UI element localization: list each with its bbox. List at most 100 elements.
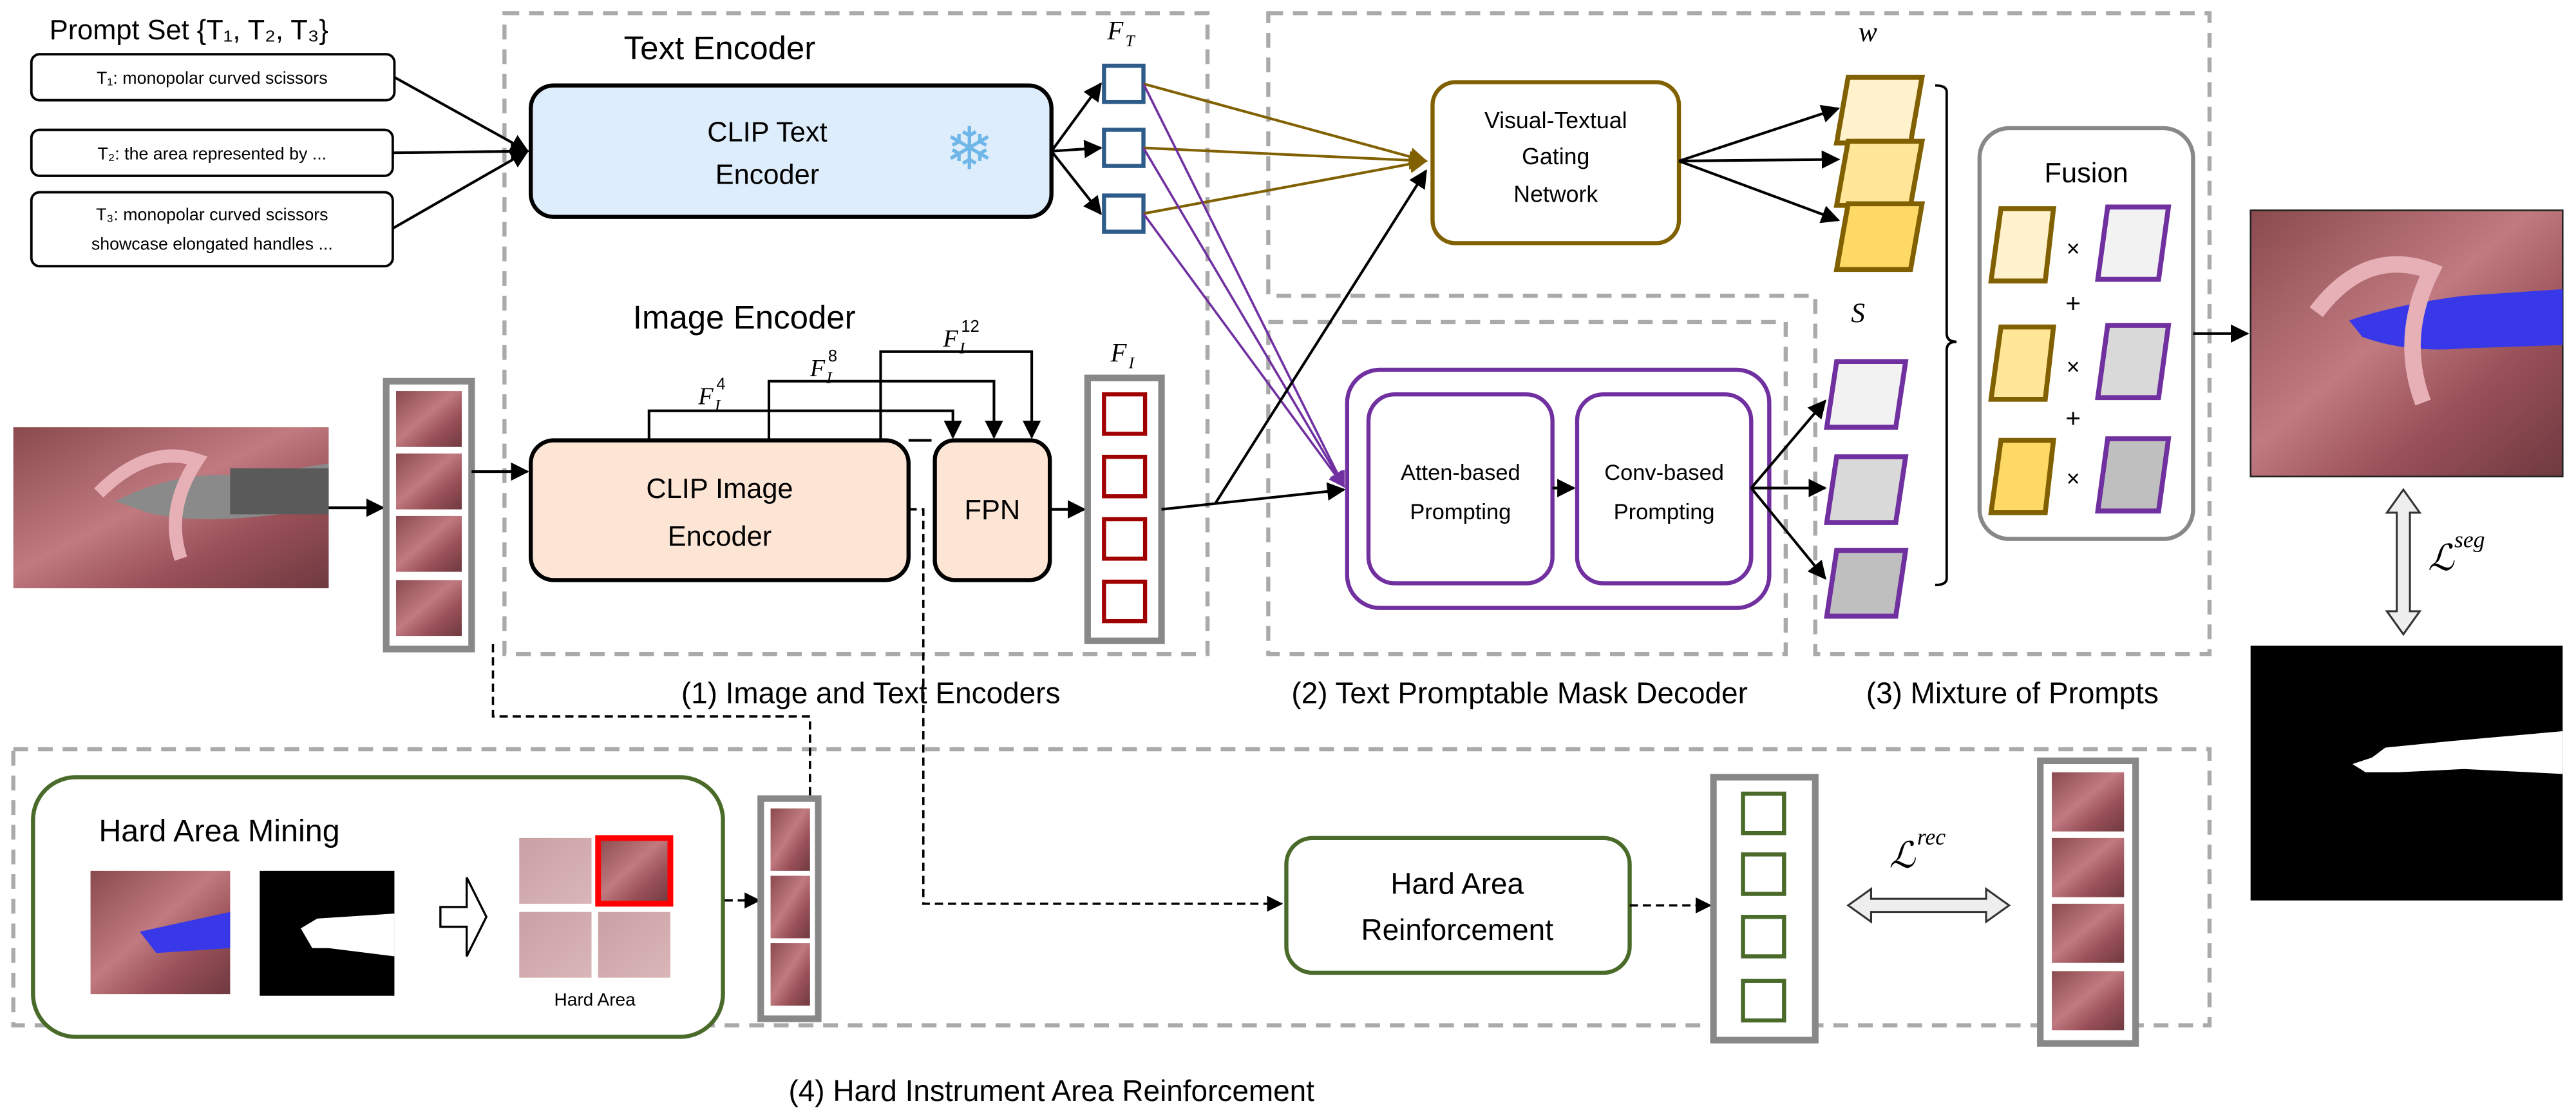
- label-base: F: [1110, 338, 1128, 367]
- caption-section-2: (2) Text Promptable Mask Decoder: [1291, 676, 1747, 710]
- block-label: FPN: [965, 495, 1021, 526]
- hard-area-label: Hard Area: [554, 990, 636, 1009]
- prompt-box-3: T₃: monopolar curved scissors showcase e…: [30, 191, 394, 268]
- label-base: F: [810, 355, 826, 382]
- multiply-sign: ×: [2067, 466, 2080, 492]
- label-sub: I: [1128, 353, 1135, 372]
- text-encoder-title: Text Encoder: [624, 30, 816, 66]
- prompt-text: T₁: monopolar curved scissors: [97, 68, 328, 88]
- label-base: F: [697, 383, 714, 410]
- plus-sign: +: [2065, 403, 2081, 433]
- block-label: CLIP Text: [707, 117, 827, 148]
- instrument-mask: [260, 870, 395, 996]
- gating-weights: [1833, 75, 1926, 273]
- seg-loss-label: ℒ seg: [2428, 526, 2485, 579]
- prompt-box-1: T₁: monopolar curved scissors: [30, 53, 396, 102]
- reconstructed-token: [1741, 915, 1786, 959]
- caption-section-4: (4) Hard Instrument Area Reinforcement: [788, 1074, 1314, 1107]
- label-sub: T: [1125, 31, 1135, 50]
- hard-area-highlight: [595, 835, 674, 907]
- prompt-text: T₃: monopolar curved scissors: [96, 205, 328, 224]
- fusion-title: Fusion: [2045, 158, 2128, 189]
- weight-token: [1833, 75, 1926, 146]
- conv-based-prompting-block: [1575, 392, 1754, 586]
- reconstructed-feature-tokens: [1710, 774, 1819, 1044]
- hard-area-reinforcement-block: Hard Area Reinforcement: [1284, 836, 1632, 975]
- caption-section-3: (3) Mixture of Prompts: [1866, 676, 2159, 710]
- hard-area-patches-column: [757, 795, 822, 1022]
- caption-section-1: (1) Image and Text Encoders: [681, 676, 1061, 710]
- reconstructed-token: [1741, 791, 1786, 836]
- visual-textual-gating-network: Visual-Textual Gating Network: [1430, 80, 1681, 245]
- output-segmentation-image: [2249, 209, 2564, 477]
- label-base: ℒ: [1889, 836, 1917, 876]
- multiply-sign: ×: [2067, 354, 2080, 380]
- label-base: F: [1106, 16, 1124, 45]
- prompt-scores: [1824, 359, 1909, 619]
- prompt-text: T₂: the area represented by ...: [98, 144, 327, 163]
- snowflake-icon: ❄: [945, 117, 994, 182]
- target-patches-column: [2037, 757, 2139, 1047]
- weight-token: [1833, 139, 1926, 208]
- image-feature-token: [1102, 454, 1148, 499]
- label-sup: seg: [2454, 526, 2485, 552]
- clip-image-encoder-block: CLIP Image Encoder: [528, 438, 911, 582]
- image-encoder-title: Image Encoder: [633, 299, 856, 336]
- label-sub: I: [826, 368, 833, 387]
- clip-text-encoder-block: CLIP Text Encoder ❄: [528, 83, 1054, 219]
- image-feature-tokens: [1084, 374, 1165, 644]
- label-sub: I: [959, 338, 966, 357]
- image-feature-token: [1102, 517, 1148, 561]
- fusion-block: Fusion × × × + +: [1977, 126, 2195, 541]
- architecture-diagram: Prompt Set {T₁, T₂, T₃} T₁: monopolar cu…: [11, 11, 2564, 1107]
- image-feature-token: [1102, 579, 1148, 624]
- text-feature-token: [1102, 193, 1146, 234]
- block-label: Encoder: [715, 160, 820, 191]
- block-label: CLIP Image: [646, 473, 793, 504]
- rec-loss-double-arrow: [1846, 886, 2011, 924]
- hard-area-mining-title: Hard Area Mining: [99, 814, 339, 848]
- block-label: Network: [1513, 182, 1598, 207]
- block-label: Visual-Textual: [1484, 108, 1627, 133]
- brace: [1935, 84, 1957, 586]
- seg-loss-double-arrow: [2385, 488, 2422, 636]
- score-token: [1824, 359, 1909, 430]
- text-feature-tokens: [1102, 63, 1146, 234]
- block-label: Hard Area: [1390, 867, 1524, 901]
- block-label: Conv-based: [1604, 461, 1724, 485]
- fpn-block: FPN: [933, 438, 1052, 582]
- reconstructed-token: [1741, 852, 1786, 896]
- block-label: Atten-based: [1401, 461, 1520, 485]
- atten-based-prompting-block: [1366, 392, 1555, 586]
- label-base: ℒ: [2428, 539, 2455, 579]
- input-surgical-image: [13, 427, 329, 589]
- label-sub: I: [714, 396, 721, 415]
- image-patches-column: [383, 378, 475, 653]
- skip-feature-label-4: F I 4: [697, 376, 725, 415]
- hard-area-mining-block: Hard Area Mining Hard Area: [31, 775, 725, 1039]
- plus-sign: +: [2065, 289, 2081, 318]
- rec-loss-label: ℒ rec: [1889, 824, 1946, 876]
- image-feature-token: [1102, 392, 1148, 436]
- label-base: F: [942, 325, 958, 352]
- reconstructed-token: [1741, 979, 1786, 1023]
- image-features-label: F I: [1110, 338, 1135, 372]
- block-label: Gating: [1522, 144, 1589, 169]
- label-sup: rec: [1917, 824, 1946, 850]
- prompt-text: showcase elongated handles ...: [91, 234, 333, 254]
- prompt-box-2: T₂: the area represented by ...: [30, 128, 394, 177]
- ground-truth-mask: [2250, 646, 2563, 901]
- label-sup: 12: [961, 318, 979, 336]
- block-label: Reinforcement: [1361, 913, 1553, 946]
- multiply-sign: ×: [2067, 236, 2080, 262]
- score-token: [1824, 454, 1909, 525]
- label-sup: 4: [716, 376, 725, 394]
- label-sup: 8: [828, 347, 837, 365]
- text-feature-token: [1102, 63, 1146, 104]
- block-label: Encoder: [668, 521, 772, 552]
- text-feature-token: [1102, 128, 1146, 168]
- prompt-set-title: Prompt Set {T₁, T₂, T₃}: [50, 15, 328, 46]
- block-label: Prompting: [1410, 500, 1511, 524]
- text-features-label: F T: [1106, 16, 1135, 50]
- weights-label: w: [1859, 17, 1877, 48]
